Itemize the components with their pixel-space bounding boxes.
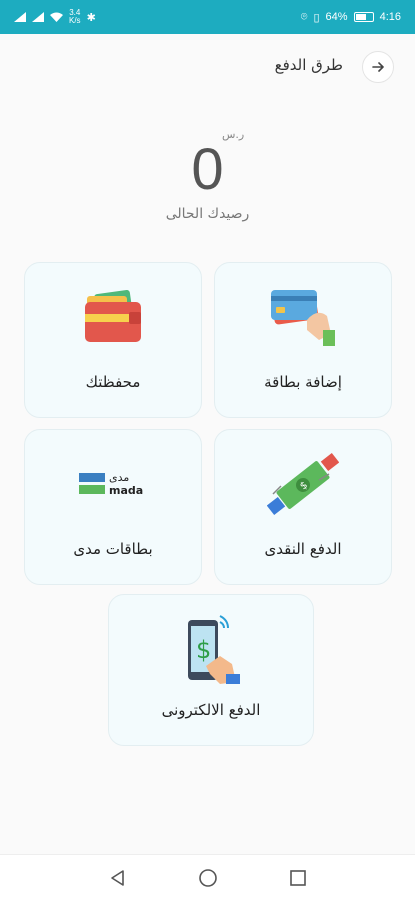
status-right: ⌾ ▯ 64% 4:16 — [301, 11, 401, 24]
card-in-hand-icon — [266, 285, 340, 351]
mada-logo-icon: مدى mada — [76, 452, 150, 518]
signal-icon — [32, 12, 44, 22]
electronic-payment-option[interactable]: $ الدفع الالكترونى — [108, 594, 314, 746]
phone-payment-icon: $ — [174, 615, 248, 684]
mada-logo-text-ar: مدى — [109, 471, 129, 484]
cash-payment-option[interactable]: $ الدفع النقدى — [214, 429, 392, 585]
square-recents-icon — [289, 869, 306, 886]
wallet-option[interactable]: محفظتك — [24, 262, 202, 418]
battery-percent: 64% — [325, 11, 348, 23]
location-icon: ⌾ — [300, 10, 308, 23]
mada-cards-label: بطاقات مدى — [73, 540, 153, 558]
wifi-icon — [50, 12, 63, 22]
status-left: 3.4 K/s ✱ — [14, 9, 96, 25]
add-card-option[interactable]: إضافة بطاقة — [214, 262, 392, 418]
cash-exchange-icon: $ — [266, 452, 340, 518]
balance-amount: 0 — [191, 137, 224, 202]
header: طرق الدفع — [0, 44, 415, 90]
navigation-bar — [0, 854, 415, 900]
wallet-label: محفظتك — [85, 373, 141, 391]
nav-back-button[interactable] — [107, 867, 129, 889]
vibrate-icon: ▯ — [313, 11, 320, 24]
bluetooth-icon: ✱ — [86, 11, 96, 24]
balance-label: رصيدك الحالى — [165, 206, 250, 222]
electronic-payment-label: الدفع الالكترونى — [161, 701, 261, 719]
nav-home-button[interactable] — [197, 867, 219, 889]
nav-recents-button[interactable] — [287, 867, 309, 889]
arrow-right-icon — [372, 62, 384, 72]
wallet-icon — [76, 285, 150, 351]
balance-section: ر.س 0 رصيدك الحالى — [0, 120, 415, 230]
triangle-back-icon — [110, 869, 124, 886]
battery-icon — [353, 12, 374, 22]
mada-cards-option[interactable]: مدى mada بطاقات مدى — [24, 429, 202, 585]
net-speed: 3.4 K/s — [69, 8, 81, 25]
mada-logo-text-en: mada — [109, 484, 143, 497]
cash-payment-label: الدفع النقدى — [264, 540, 342, 558]
add-card-label: إضافة بطاقة — [264, 373, 342, 391]
page-title: طرق الدفع — [274, 56, 343, 74]
svg-text:$: $ — [196, 636, 211, 664]
clock: 4:16 — [379, 11, 401, 23]
status-bar: 3.4 K/s ✱ ⌾ ▯ 64% 4:16 — [0, 0, 415, 34]
circle-home-icon — [198, 868, 217, 887]
signal-icon — [14, 12, 26, 22]
back-button[interactable] — [362, 51, 394, 83]
